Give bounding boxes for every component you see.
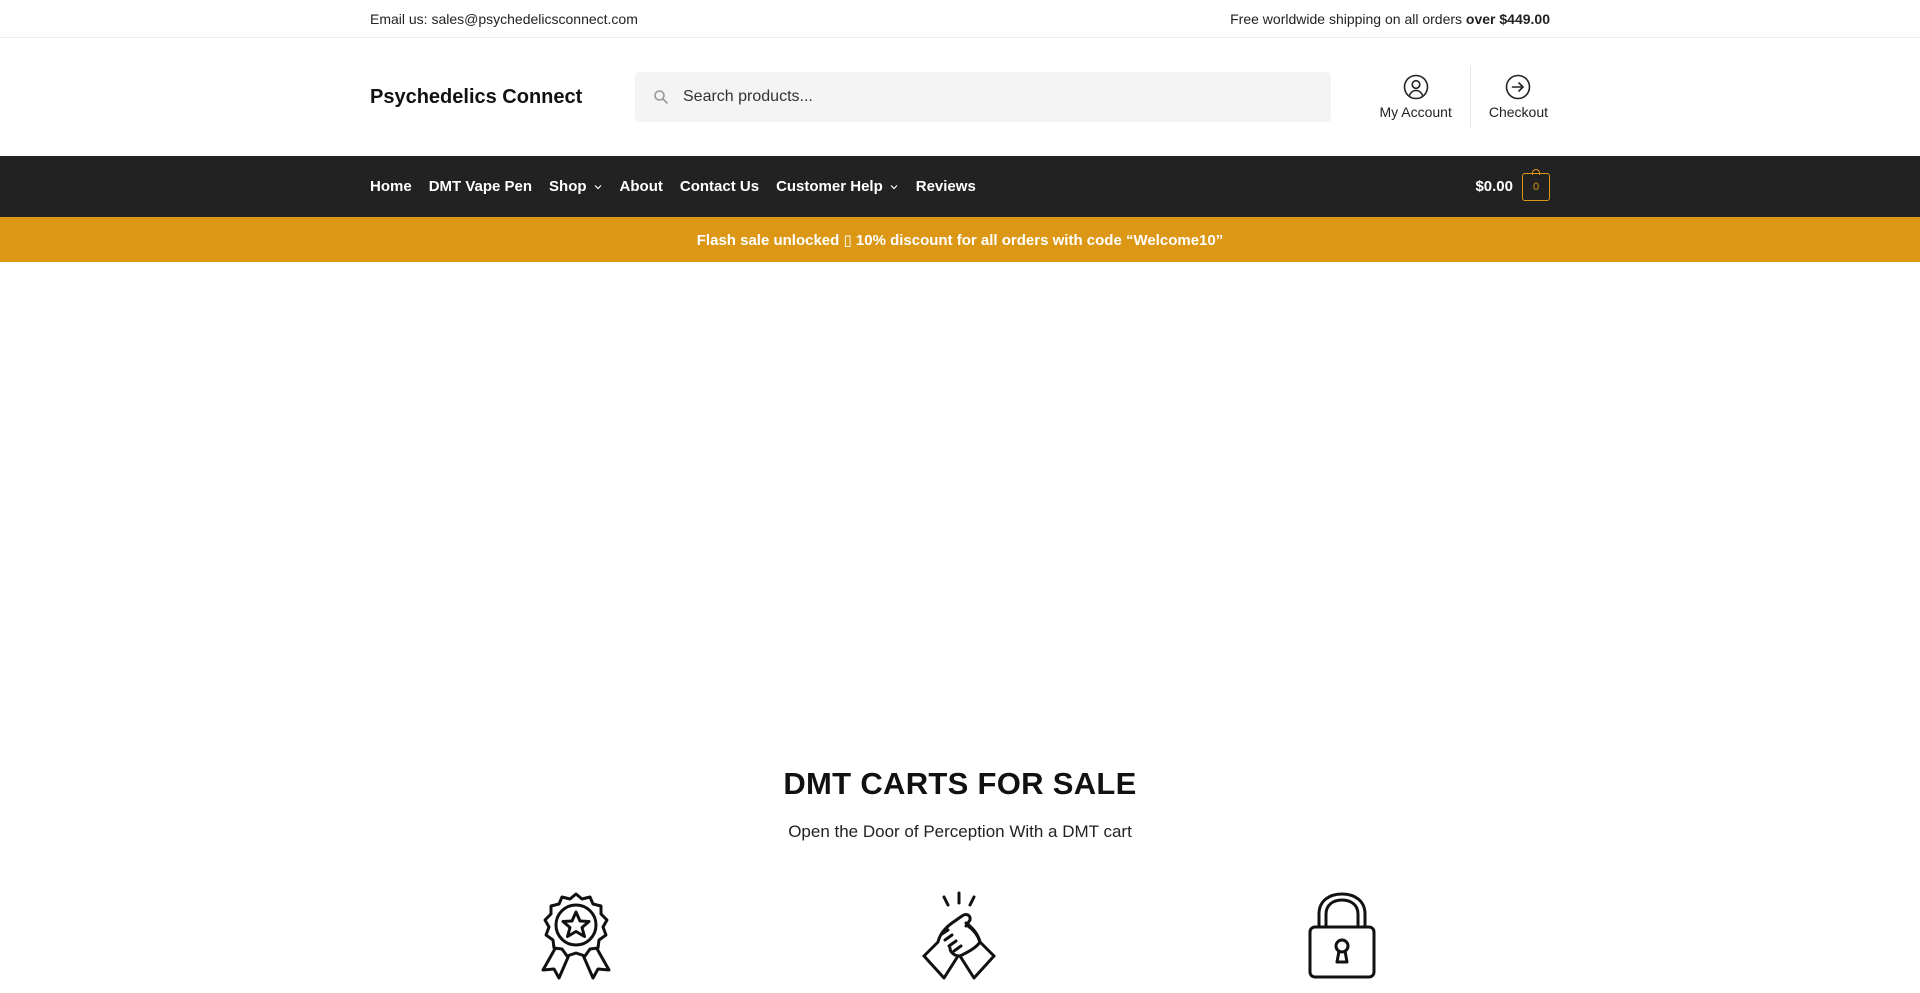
nav-item-label: Reviews xyxy=(915,178,976,195)
flash-sale-banner: Flash sale unlocked ▯ 10% discount for a… xyxy=(0,217,1920,262)
nav-item-shop[interactable]: Shop xyxy=(549,178,603,195)
nav-item-label: DMT Vape Pen xyxy=(428,178,533,195)
arrow-right-circle-icon xyxy=(1506,74,1531,100)
award-badge-icon xyxy=(541,892,611,980)
site-header: Psychedelics Connect My Account xyxy=(0,38,1920,156)
header-links: My Account Checkout xyxy=(1361,66,1550,128)
search-input[interactable] xyxy=(681,87,1285,107)
chevron-down-icon xyxy=(594,184,601,189)
contact-email[interactable]: Email us: sales@psychedelicsconnect.com xyxy=(370,11,638,27)
checkout-link[interactable]: Checkout xyxy=(1469,66,1550,128)
nav-item-about[interactable]: About xyxy=(620,178,663,195)
cart-button[interactable]: $0.00 0 xyxy=(1475,168,1550,201)
cart-count-badge: 0 xyxy=(1522,168,1550,201)
nav-item-label: Contact Us xyxy=(679,178,760,195)
nav-item-dmt-vape-pen[interactable]: DMT Vape Pen xyxy=(429,178,532,195)
nav-item-label: Customer Help xyxy=(776,178,883,195)
hero-title: DMT CARTS FOR SALE xyxy=(783,766,1137,801)
cart-total: $0.00 xyxy=(1475,178,1513,195)
search-box[interactable] xyxy=(635,72,1331,122)
nav-item-label: Shop xyxy=(549,178,587,195)
nav-item-reviews[interactable]: Reviews xyxy=(916,178,976,195)
page: Email us: sales@psychedelicsconnect.com … xyxy=(0,0,1920,993)
site-title[interactable]: Psychedelics Connect xyxy=(370,86,635,109)
checkout-label: Checkout xyxy=(1488,104,1548,120)
shipping-amount: over $449.00 xyxy=(1465,10,1550,27)
nav-item-label: Home xyxy=(370,178,412,195)
nav-item-contact-us[interactable]: Contact Us xyxy=(680,178,759,195)
nav-item-label: About xyxy=(619,178,663,195)
handshake-icon xyxy=(922,891,996,980)
my-account-link[interactable]: My Account xyxy=(1361,66,1469,128)
top-bar: Email us: sales@psychedelicsconnect.com … xyxy=(0,0,1920,38)
search-icon xyxy=(654,90,668,104)
nav-item-home[interactable]: Home xyxy=(370,178,412,195)
hero-subtitle: Open the Door of Perception With a DMT c… xyxy=(788,822,1132,841)
main-navigation: Home DMT Vape Pen Shop About Contact Us … xyxy=(0,156,1920,217)
nav-item-customer-help[interactable]: Customer Help xyxy=(776,178,899,195)
my-account-label: My Account xyxy=(1379,104,1452,120)
user-circle-icon xyxy=(1403,74,1428,100)
shipping-text: Free worldwide shipping on all orders xyxy=(1230,10,1466,27)
padlock-icon xyxy=(1308,892,1376,979)
shipping-notice: Free worldwide shipping on all orders ov… xyxy=(1230,11,1550,27)
flash-sale-text: Flash sale unlocked ▯ 10% discount for a… xyxy=(696,231,1224,249)
chevron-down-icon xyxy=(890,184,898,189)
